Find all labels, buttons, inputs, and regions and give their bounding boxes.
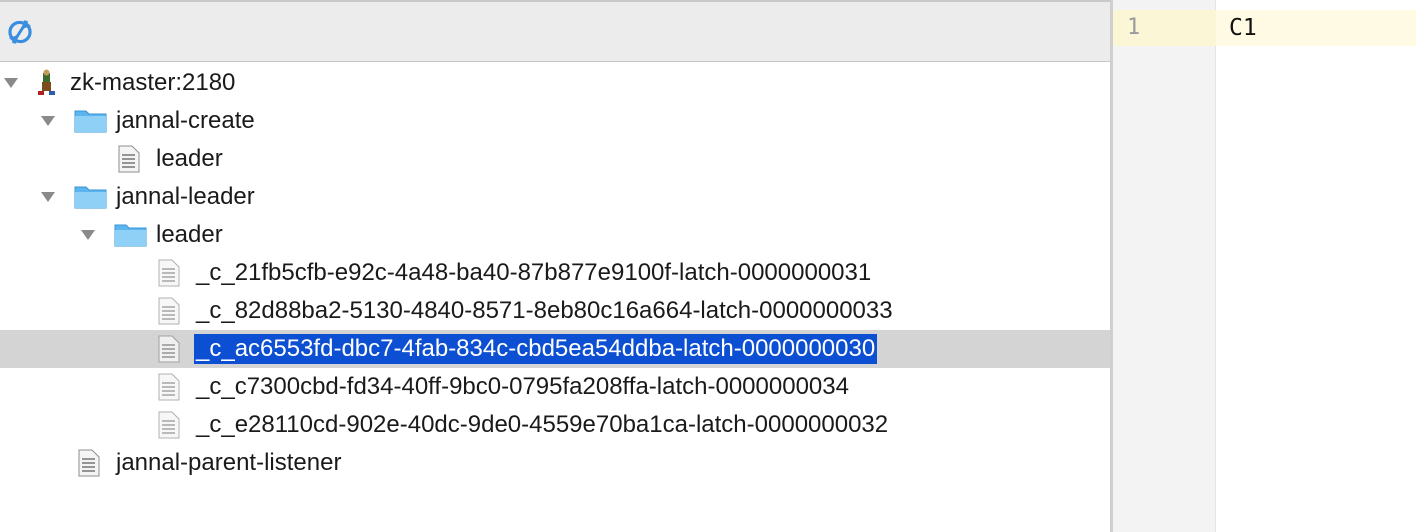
folder-icon	[74, 186, 107, 209]
editor-line-content[interactable]: C1	[1229, 10, 1257, 46]
file-icon	[78, 449, 100, 477]
toolbar	[0, 0, 1110, 62]
tree-row-file[interactable]: jannal-parent-listener	[0, 444, 1110, 482]
zookeeper-server-icon	[38, 69, 55, 95]
tree-panel: zk-master:2180 jannal-create leader jann…	[0, 0, 1110, 532]
collapse-arrow-icon[interactable]	[41, 192, 55, 202]
file-icon	[158, 297, 180, 325]
collapse-arrow-icon[interactable]	[41, 116, 55, 126]
tree-row-file[interactable]: _c_c7300cbd-fd34-40ff-9bc0-0795fa208ffa-…	[0, 368, 1110, 406]
tree-row-file[interactable]: _c_21fb5cfb-e92c-4a48-ba40-87b877e9100f-…	[0, 254, 1110, 292]
tree-node-label: jannal-leader	[116, 183, 255, 210]
data-editor[interactable]: 1 C1	[1113, 0, 1416, 532]
refresh-icon[interactable]	[4, 16, 36, 48]
tree-row-folder[interactable]: jannal-create	[0, 102, 1110, 140]
tree-row-folder[interactable]: leader	[0, 216, 1110, 254]
file-icon	[158, 411, 180, 439]
tree-row-file[interactable]: _c_e28110cd-902e-40dc-9de0-4559e70ba1ca-…	[0, 406, 1110, 444]
tree-node-label: leader	[156, 145, 223, 172]
line-number: 1	[1127, 15, 1141, 40]
tree-node-label: _c_e28110cd-902e-40dc-9de0-4559e70ba1ca-…	[196, 411, 889, 438]
tree-node-label: _c_c7300cbd-fd34-40ff-9bc0-0795fa208ffa-…	[196, 373, 849, 400]
tree-row-folder[interactable]: jannal-leader	[0, 178, 1110, 216]
folder-icon	[114, 224, 147, 247]
file-icon	[158, 335, 180, 363]
file-icon	[158, 259, 180, 287]
tree-row-file[interactable]: leader	[0, 140, 1110, 178]
tree-node-label: jannal-parent-listener	[116, 449, 342, 476]
file-icon	[158, 373, 180, 401]
file-icon	[118, 145, 140, 173]
tree-node-label: leader	[156, 221, 223, 248]
tree-row-root[interactable]: zk-master:2180	[0, 64, 1110, 102]
tree-node-label: _c_82d88ba2-5130-4840-8571-8eb80c16a664-…	[196, 297, 893, 324]
collapse-arrow-icon[interactable]	[81, 230, 95, 240]
tree-row-file-selected[interactable]: _c_ac6553fd-dbc7-4fab-834c-cbd5ea54ddba-…	[0, 330, 1110, 368]
tree-root-label: zk-master:2180	[70, 69, 236, 96]
tree-row-file[interactable]: _c_82d88ba2-5130-4840-8571-8eb80c16a664-…	[0, 292, 1110, 330]
tree-node-label-selected: _c_ac6553fd-dbc7-4fab-834c-cbd5ea54ddba-…	[194, 334, 878, 364]
tree-node-label: jannal-create	[116, 107, 255, 134]
line-number-gutter: 1	[1113, 0, 1216, 532]
collapse-arrow-icon[interactable]	[4, 78, 18, 88]
folder-icon	[74, 110, 107, 133]
tree-node-label: _c_21fb5cfb-e92c-4a48-ba40-87b877e9100f-…	[196, 259, 872, 286]
